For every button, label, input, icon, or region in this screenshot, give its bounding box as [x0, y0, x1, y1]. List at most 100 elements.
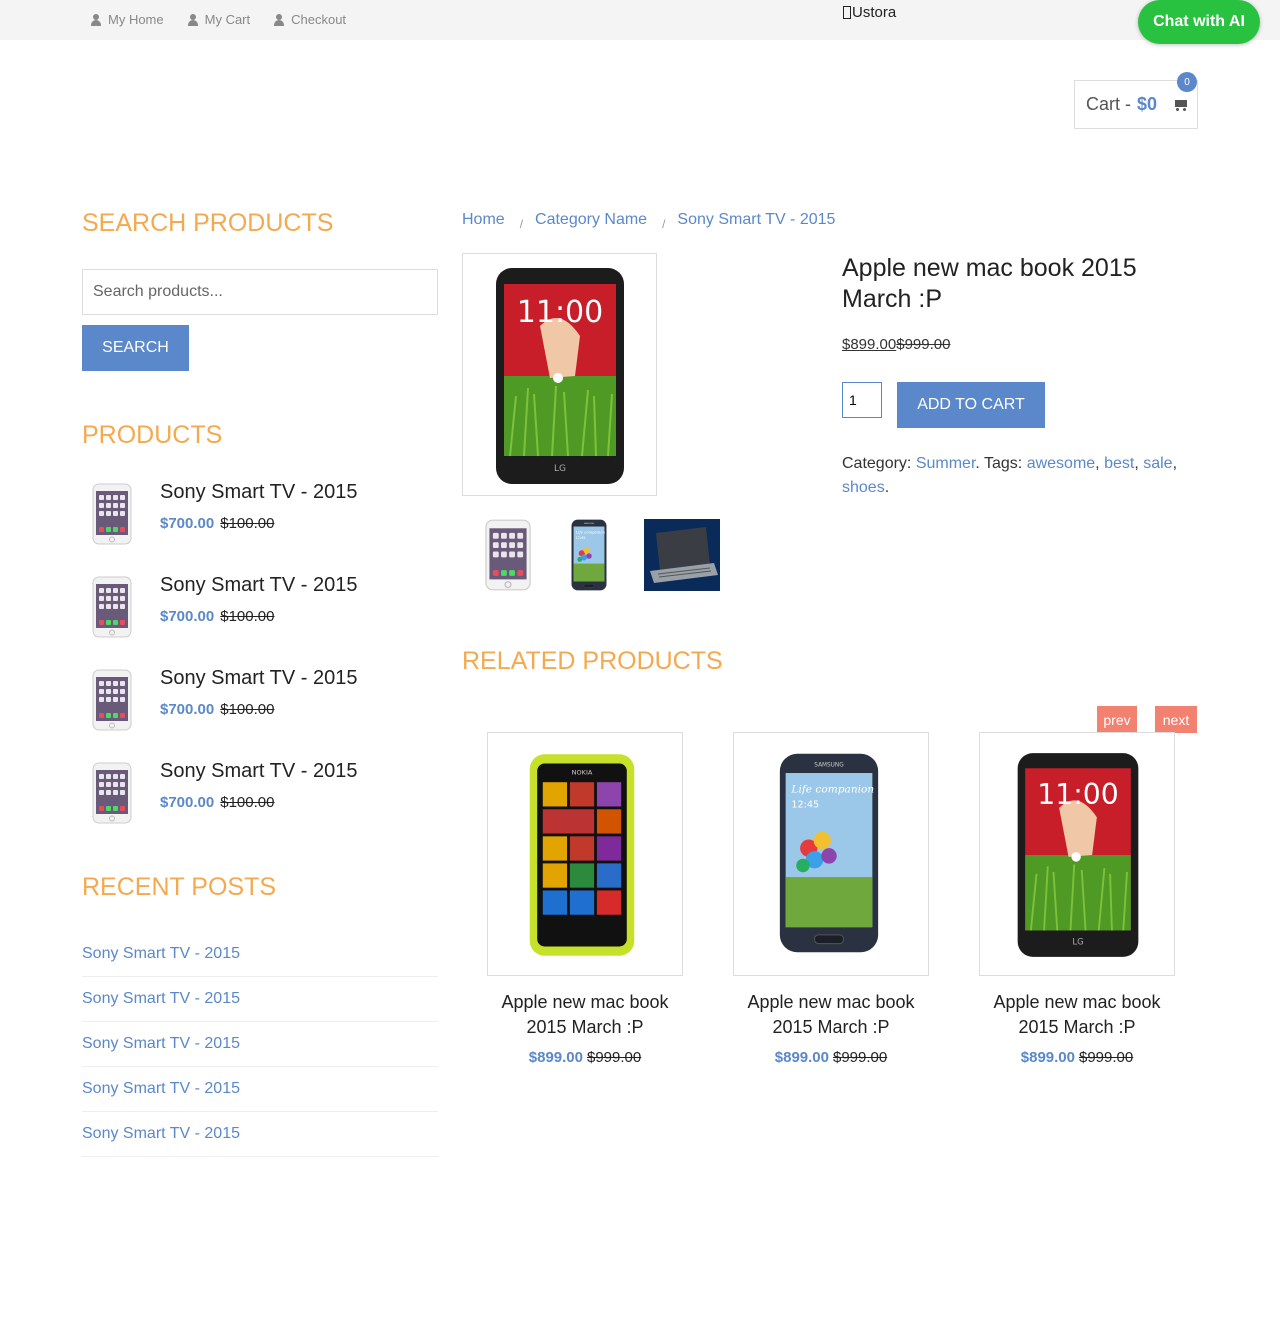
gallery-thumbnail[interactable]	[644, 519, 720, 591]
tag-link[interactable]: shoes	[842, 479, 885, 496]
missing-glyph-icon	[843, 6, 851, 19]
breadcrumb-home[interactable]: Home	[462, 211, 505, 229]
product-thumbnail[interactable]	[92, 483, 132, 545]
shopping-cart-icon	[1173, 99, 1187, 111]
sidebar-product-price: $700.00 $100.00	[160, 515, 274, 532]
sidebar-product-name[interactable]: Sony Smart TV - 2015	[160, 574, 358, 597]
related-product-name[interactable]: Apple new mac book 2015 March :P	[979, 990, 1175, 1040]
top-nav: My Home My Cart Checkout	[91, 12, 346, 27]
sidebar-product-name[interactable]: Sony Smart TV - 2015	[160, 667, 358, 690]
user-icon	[91, 13, 101, 26]
top-bar: My Home My Cart Checkout Ustora	[0, 0, 1280, 40]
nav-my-home-label: My Home	[108, 12, 164, 27]
nav-my-cart[interactable]: My Cart	[187, 12, 251, 27]
search-input[interactable]	[82, 269, 438, 315]
sidebar-product: Sony Smart TV - 2015 $700.00 $100.00	[82, 760, 442, 830]
cart-label: Cart -	[1086, 94, 1131, 114]
related-product: Apple new mac book 2015 March :P $899.00…	[733, 732, 929, 1066]
sidebar-product-price: $700.00 $100.00	[160, 794, 274, 811]
recent-post-link[interactable]: Sony Smart TV - 2015	[82, 1112, 438, 1157]
current-price: $899.00	[842, 336, 897, 353]
nav-my-home[interactable]: My Home	[91, 12, 164, 27]
product-thumbnail[interactable]	[92, 576, 132, 638]
sidebar-product-name[interactable]: Sony Smart TV - 2015	[160, 760, 358, 783]
recent-post-link[interactable]: Sony Smart TV - 2015	[82, 977, 438, 1022]
add-to-cart-button[interactable]: ADD TO CART	[897, 382, 1045, 428]
recent-post-link[interactable]: Sony Smart TV - 2015	[82, 932, 438, 977]
related-product-price: $899.00 $999.00	[979, 1049, 1175, 1066]
old-price: $999.00	[833, 1049, 888, 1066]
product-meta: Category: Summer. Tags: awesome, best, s…	[842, 455, 1178, 496]
sidebar-product: Sony Smart TV - 2015 $700.00 $100.00	[82, 667, 442, 737]
old-price: $999.00	[587, 1049, 642, 1066]
breadcrumb-category[interactable]: Category Name	[535, 211, 647, 229]
nav-checkout[interactable]: Checkout	[274, 12, 346, 27]
gallery-thumbnail[interactable]	[466, 519, 542, 591]
category-label: Category:	[842, 455, 916, 472]
breadcrumb: Home / Category Name / Sony Smart TV - 2…	[462, 211, 835, 231]
lg-phone-image	[490, 266, 630, 486]
nav-checkout-label: Checkout	[291, 12, 347, 27]
search-button[interactable]: SEARCH	[82, 325, 189, 371]
old-price: $999.00	[896, 336, 951, 353]
nokia-phone-image	[526, 747, 638, 963]
sidebar-product-name[interactable]: Sony Smart TV - 2015	[160, 481, 358, 504]
nav-my-cart-label: My Cart	[204, 12, 251, 27]
brand-logo[interactable]: Ustora	[843, 4, 896, 21]
related-products-heading: RELATED PRODUCTS	[462, 647, 723, 675]
product-thumbnail[interactable]	[92, 762, 132, 824]
recent-post-link[interactable]: Sony Smart TV - 2015	[82, 1067, 438, 1112]
old-price: $100.00	[220, 608, 275, 625]
cart-summary-link[interactable]: Cart - $0 0	[1074, 72, 1198, 129]
brand-name: Ustora	[852, 4, 897, 21]
sidebar-product: Sony Smart TV - 2015 $700.00 $100.00	[82, 481, 442, 551]
product-main-image[interactable]	[462, 253, 657, 496]
related-product-price: $899.00 $999.00	[487, 1049, 683, 1066]
carousel-next-button[interactable]: next	[1155, 706, 1197, 733]
related-product-name[interactable]: Apple new mac book 2015 March :P	[487, 990, 683, 1040]
cart-count-badge: 0	[1177, 72, 1197, 92]
old-price: $100.00	[220, 701, 275, 718]
lg-phone-image	[1012, 745, 1144, 965]
current-price: $700.00	[160, 701, 215, 718]
search-products-heading: SEARCH PRODUCTS	[82, 209, 334, 237]
sidebar-product-price: $700.00 $100.00	[160, 701, 274, 718]
old-price: $999.00	[1079, 1049, 1134, 1066]
related-product-price: $899.00 $999.00	[733, 1049, 929, 1066]
current-price: $899.00	[1020, 1049, 1075, 1066]
tag-link[interactable]: best	[1104, 455, 1134, 472]
quantity-input[interactable]	[842, 382, 882, 418]
related-product: Apple new mac book 2015 March :P $899.00…	[979, 732, 1175, 1066]
carousel-prev-button[interactable]: prev	[1097, 706, 1137, 733]
recent-posts-list: Sony Smart TV - 2015 Sony Smart TV - 201…	[82, 932, 438, 1157]
related-product-image[interactable]	[733, 732, 929, 976]
tag-link[interactable]: awesome	[1027, 455, 1095, 472]
tags-label: . Tags:	[975, 455, 1027, 472]
product-price: $899.00$999.00	[842, 336, 950, 353]
recent-posts-heading: RECENT POSTS	[82, 873, 277, 901]
user-icon	[274, 13, 285, 26]
breadcrumb-separator: /	[519, 217, 524, 231]
breadcrumb-current[interactable]: Sony Smart TV - 2015	[677, 211, 835, 229]
galaxy-phone-image	[776, 749, 882, 957]
current-price: $700.00	[160, 608, 215, 625]
tag-link[interactable]: sale	[1143, 455, 1172, 472]
current-price: $899.00	[774, 1049, 829, 1066]
sidebar-product: Sony Smart TV - 2015 $700.00 $100.00	[82, 574, 442, 644]
sidebar-product-price: $700.00 $100.00	[160, 608, 274, 625]
related-product-image[interactable]	[979, 732, 1175, 976]
recent-post-link[interactable]: Sony Smart TV - 2015	[82, 1022, 438, 1067]
category-link[interactable]: Summer	[916, 455, 976, 472]
old-price: $100.00	[220, 794, 275, 811]
old-price: $100.00	[220, 515, 275, 532]
user-icon	[187, 13, 198, 26]
chat-with-ai-button[interactable]: Chat with AI	[1138, 0, 1260, 44]
products-heading: PRODUCTS	[82, 421, 223, 449]
related-product: Apple new mac book 2015 March :P $899.00…	[487, 732, 683, 1066]
product-title: Apple new mac book 2015 March :P	[842, 254, 1137, 313]
related-product-image[interactable]	[487, 732, 683, 976]
current-price: $700.00	[160, 515, 215, 532]
product-thumbnail[interactable]	[92, 669, 132, 731]
related-product-name[interactable]: Apple new mac book 2015 March :P	[733, 990, 929, 1040]
gallery-thumbnail[interactable]	[551, 519, 627, 591]
